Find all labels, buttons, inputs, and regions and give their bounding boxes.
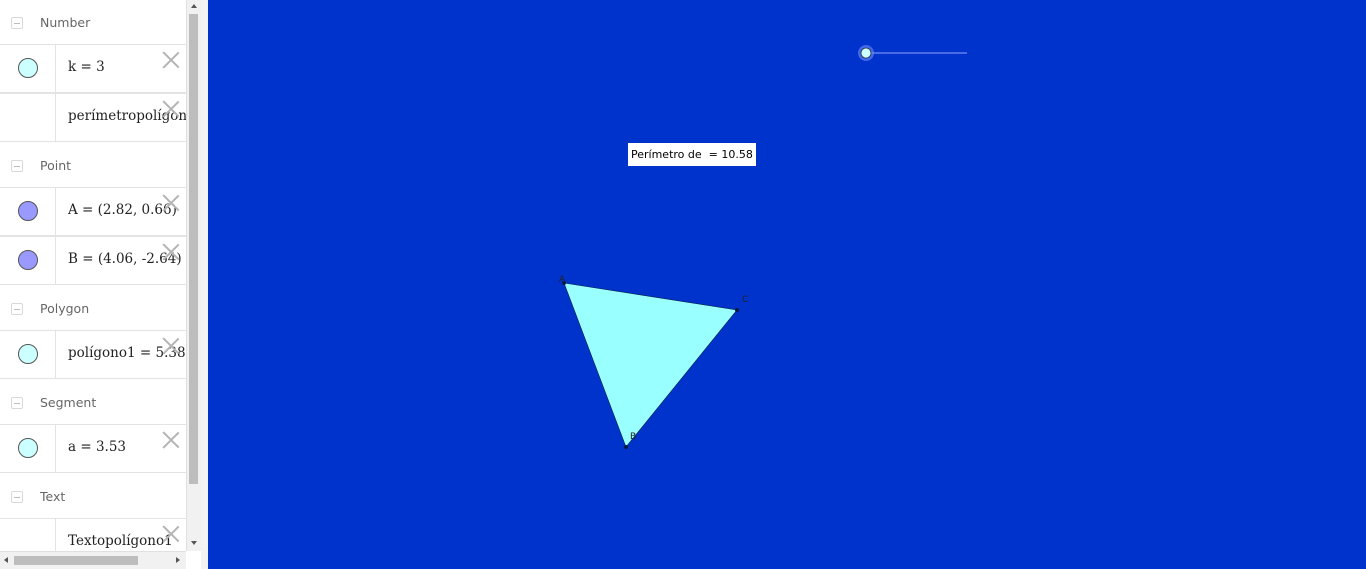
group-label: Number <box>40 15 91 30</box>
group-label: Point <box>40 158 72 173</box>
algebra-row-perimeter[interactable]: perímetropolígono1 <box>0 93 186 142</box>
algebra-row-text1[interactable]: Textopolígono1 <box>0 518 186 551</box>
visibility-toggle-icon[interactable] <box>18 344 38 364</box>
marble-cell <box>0 94 56 141</box>
marble-cell <box>0 425 56 472</box>
collapse-icon[interactable] <box>11 303 23 315</box>
group-label: Polygon <box>40 301 90 316</box>
scrollbar-thumb[interactable] <box>189 14 198 484</box>
group-header-segment[interactable]: Segment <box>0 380 186 424</box>
point-label-A: A <box>559 275 566 285</box>
delete-icon[interactable] <box>162 525 180 543</box>
algebra-expression[interactable]: A = (2.82, 0.66) <box>68 202 177 218</box>
point-C[interactable] <box>735 308 739 312</box>
graphics-canvas[interactable] <box>208 0 1366 569</box>
polygon1[interactable] <box>563 282 738 448</box>
visibility-toggle-icon[interactable] <box>18 58 38 78</box>
scroll-left-arrow-icon[interactable] <box>4 557 8 563</box>
collapse-icon[interactable] <box>11 491 23 503</box>
marble-cell <box>0 45 56 92</box>
algebra-row-polygon1[interactable]: polígono1 = 5.38 <box>0 330 186 379</box>
algebra-row-a[interactable]: a = 3.53 <box>0 424 186 473</box>
delete-icon[interactable] <box>162 337 180 355</box>
view-splitter[interactable] <box>201 0 208 569</box>
marble-cell <box>0 188 56 235</box>
vertical-scrollbar[interactable] <box>186 0 201 551</box>
visibility-toggle-icon[interactable] <box>18 438 38 458</box>
point-label-C: C <box>742 295 749 305</box>
algebra-expression[interactable]: Textopolígono1 <box>68 533 173 549</box>
scrollbar-thumb[interactable] <box>14 556 138 565</box>
collapse-icon[interactable] <box>11 17 23 29</box>
marble-cell <box>0 331 56 378</box>
marble-cell <box>0 237 56 284</box>
algebra-expression[interactable]: a = 3.53 <box>68 439 126 455</box>
collapse-icon[interactable] <box>11 397 23 409</box>
delete-icon[interactable] <box>162 51 180 69</box>
algebra-view: Number k = 3 perímetropolígono1 Point A … <box>0 0 186 551</box>
group-header-text[interactable]: Text <box>0 474 186 518</box>
scroll-right-arrow-icon[interactable] <box>176 557 180 563</box>
graphics-view[interactable]: Perímetro de = 10.58 A B C <box>208 0 1366 569</box>
delete-icon[interactable] <box>162 243 180 261</box>
group-header-point[interactable]: Point <box>0 143 186 187</box>
visibility-toggle-icon[interactable] <box>18 250 38 270</box>
delete-icon[interactable] <box>162 431 180 449</box>
group-label: Text <box>40 489 66 504</box>
delete-icon[interactable] <box>162 194 180 212</box>
marble-cell <box>0 519 56 551</box>
perimeter-text[interactable]: Perímetro de = 10.58 <box>628 143 756 166</box>
algebra-row-B[interactable]: B = (4.06, -2.64) <box>0 236 186 285</box>
point-label-B: B <box>630 432 637 442</box>
algebra-expression[interactable]: k = 3 <box>68 59 105 75</box>
visibility-toggle-icon[interactable] <box>18 201 38 221</box>
delete-icon[interactable] <box>162 100 180 118</box>
group-label: Segment <box>40 395 97 410</box>
algebra-row-k[interactable]: k = 3 <box>0 44 186 93</box>
collapse-icon[interactable] <box>11 160 23 172</box>
scroll-down-arrow-icon[interactable] <box>191 541 197 545</box>
point-B[interactable] <box>624 445 628 449</box>
group-header-number[interactable]: Number <box>0 0 186 44</box>
horizontal-scrollbar[interactable] <box>0 551 186 569</box>
algebra-row-A[interactable]: A = (2.82, 0.66) <box>0 187 186 236</box>
slider-k-handle[interactable] <box>860 47 872 59</box>
group-header-polygon[interactable]: Polygon <box>0 286 186 330</box>
scroll-up-arrow-icon[interactable] <box>191 4 197 8</box>
